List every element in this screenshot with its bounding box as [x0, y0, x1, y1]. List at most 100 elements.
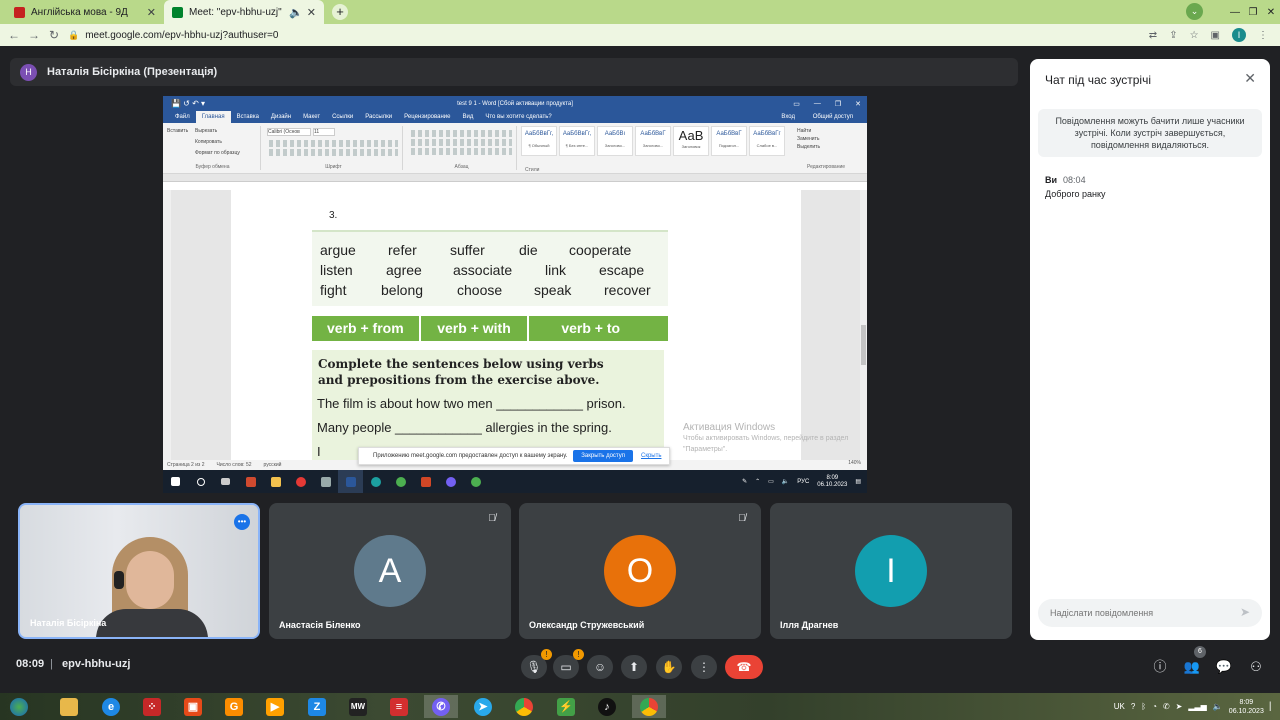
- browser-tab-classroom[interactable]: Англійська мова - 9Д ✕: [6, 0, 164, 24]
- pen-icon: ✎: [742, 479, 748, 485]
- meeting-info-icon[interactable]: ⓘ: [1149, 656, 1171, 678]
- url-field[interactable]: 🔒 meet.google.com/epv-hbhu-uzj?authuser=…: [68, 30, 278, 41]
- browser-tab-meet[interactable]: Meet: "epv-hbhu-uzj" 🔈 ✕: [164, 0, 324, 24]
- taskbar-app[interactable]: ⚡: [549, 695, 583, 718]
- present-button[interactable]: ⬆: [621, 655, 647, 679]
- taskbar-media[interactable]: ▶: [258, 695, 292, 718]
- style-subtitle: АаБбВвГ Подзагол...: [711, 126, 747, 156]
- explorer-icon: [263, 470, 288, 493]
- close-window-icon[interactable]: ✕: [1262, 7, 1280, 18]
- translate-icon[interactable]: ⇄: [1149, 30, 1157, 41]
- mic-button[interactable]: 🎙!: [521, 649, 552, 679]
- edge-icon: [363, 470, 388, 493]
- remote-lang: РУС: [797, 478, 810, 485]
- tab-search-icon[interactable]: ⌄: [1186, 3, 1203, 20]
- os-clock[interactable]: 8:09 06.10.2023: [1229, 698, 1264, 716]
- status-zoom: 140%: [848, 460, 861, 466]
- taskbar-tiktok[interactable]: ♪: [590, 695, 624, 718]
- app-icon: [238, 470, 263, 493]
- taskbar-ie[interactable]: e: [94, 695, 128, 718]
- activities-icon[interactable]: ⚇: [1245, 656, 1267, 678]
- participant-tile-self[interactable]: ••• Наталія Бісіркіна: [18, 503, 260, 639]
- volume-icon[interactable]: 🔈: [1213, 702, 1223, 711]
- participant-name: Олександр Стружевський: [529, 620, 645, 630]
- send-icon[interactable]: ➤: [1240, 605, 1250, 619]
- raise-hand-button[interactable]: ✋: [656, 655, 682, 679]
- profile-avatar[interactable]: I: [1232, 28, 1246, 42]
- emoji-button[interactable]: ☺: [587, 655, 613, 679]
- taskbar-app[interactable]: ≡: [382, 695, 416, 718]
- camera-button[interactable]: ▭!: [553, 649, 584, 679]
- close-tab-icon[interactable]: ✕: [147, 6, 156, 19]
- speaker-icon[interactable]: 🔈: [289, 6, 303, 19]
- viber-tray-icon[interactable]: ✆: [1163, 702, 1170, 711]
- signal-icon[interactable]: ▂▃▅: [1188, 702, 1206, 711]
- word-icon: [338, 470, 363, 493]
- os-lang[interactable]: UK: [1114, 702, 1125, 711]
- bookmark-star-icon[interactable]: ☆: [1190, 30, 1199, 41]
- screen-share-banner: Приложению meet.google.com предоставлен …: [358, 447, 670, 465]
- document-page: 3. argue refer suffer die cooperate list…: [231, 190, 801, 460]
- status-words: Число слов: 52: [216, 462, 252, 468]
- warning-icon: !: [573, 649, 584, 660]
- taskbar-chrome[interactable]: [507, 695, 541, 718]
- chat-panel: Чат під час зустрічі ✕ Повідомлення можу…: [1030, 59, 1270, 640]
- viber-icon: ✆: [432, 697, 450, 716]
- taskbar-explorer[interactable]: [52, 695, 86, 718]
- new-tab-button[interactable]: +: [332, 4, 348, 20]
- back-icon[interactable]: ←: [4, 28, 24, 42]
- calculator-icon: [313, 470, 338, 493]
- taskbar-app[interactable]: ▣: [176, 695, 210, 718]
- ruler: [163, 174, 867, 182]
- start-button[interactable]: [2, 695, 36, 718]
- telegram-tray-icon[interactable]: ➤: [1176, 702, 1183, 711]
- taskbar-viber[interactable]: ✆: [424, 695, 458, 718]
- network-icon: ▭: [768, 479, 774, 485]
- present-screen-icon: ⬆: [628, 660, 640, 674]
- chat-icon[interactable]: 💬: [1213, 656, 1235, 678]
- chat-message-input[interactable]: [1038, 599, 1262, 627]
- url-text: meet.google.com/epv-hbhu-uzj?authuser=0: [85, 29, 279, 41]
- forward-icon[interactable]: →: [24, 28, 44, 42]
- group-label: Стили: [525, 167, 540, 173]
- media-player-icon: ▶: [266, 697, 284, 716]
- more-options-button[interactable]: ⋮: [691, 655, 717, 679]
- taskbar-app[interactable]: ⁘: [135, 695, 169, 718]
- word-item: belong: [381, 282, 424, 298]
- participant-tile[interactable]: I Ілля Драгнев: [770, 503, 1012, 639]
- chrome-icon: [463, 470, 488, 493]
- taskbar-zoom[interactable]: Z: [300, 695, 334, 718]
- sidepanel-icon[interactable]: ▣: [1211, 30, 1220, 41]
- taskbar-app[interactable]: MW: [341, 695, 375, 718]
- taskbar-app[interactable]: G: [217, 695, 251, 718]
- warning-icon: !: [541, 649, 552, 660]
- share-icon[interactable]: ⇪: [1169, 30, 1177, 41]
- group-label: Шрифт: [325, 164, 342, 170]
- maximize-icon[interactable]: ❐: [1244, 7, 1262, 18]
- leave-call-button[interactable]: ☎: [725, 655, 763, 679]
- minimize-icon[interactable]: —: [1226, 7, 1244, 18]
- participant-tile[interactable]: 🎙̸ А Анастасія Біленко: [269, 503, 511, 639]
- close-icon[interactable]: ✕: [1244, 70, 1256, 87]
- taskbar-telegram[interactable]: ➤: [466, 695, 500, 718]
- participant-avatar: О: [604, 535, 676, 607]
- show-desktop[interactable]: ▏: [1270, 702, 1276, 711]
- reload-icon[interactable]: ↻: [44, 28, 64, 42]
- search-icon: [188, 470, 213, 493]
- app-tray-icon[interactable]: ◔: [1152, 702, 1157, 711]
- participant-tile[interactable]: 🎙̸ О Олександр Стружевський: [519, 503, 761, 639]
- exercise-number: 3.: [329, 210, 338, 221]
- help-icon[interactable]: ?: [1131, 702, 1135, 711]
- vertical-scrollbar[interactable]: [860, 190, 867, 460]
- bluetooth-icon[interactable]: ᛒ: [1141, 702, 1146, 711]
- close-tab-icon[interactable]: ✕: [307, 6, 316, 19]
- app-icon: G: [225, 697, 243, 716]
- participant-avatar: I: [855, 535, 927, 607]
- people-icon[interactable]: 👥: [1181, 656, 1203, 678]
- taskbar-chrome-active[interactable]: [632, 695, 666, 718]
- tab-title: Meet: "epv-hbhu-uzj": [189, 6, 282, 18]
- ribbon-tab: Макет: [303, 114, 321, 120]
- menu-kebab-icon[interactable]: ⋮: [1258, 30, 1268, 41]
- exercise-box: Complete the sentences below using verbs…: [312, 350, 664, 460]
- lock-icon[interactable]: 🔒: [68, 30, 79, 41]
